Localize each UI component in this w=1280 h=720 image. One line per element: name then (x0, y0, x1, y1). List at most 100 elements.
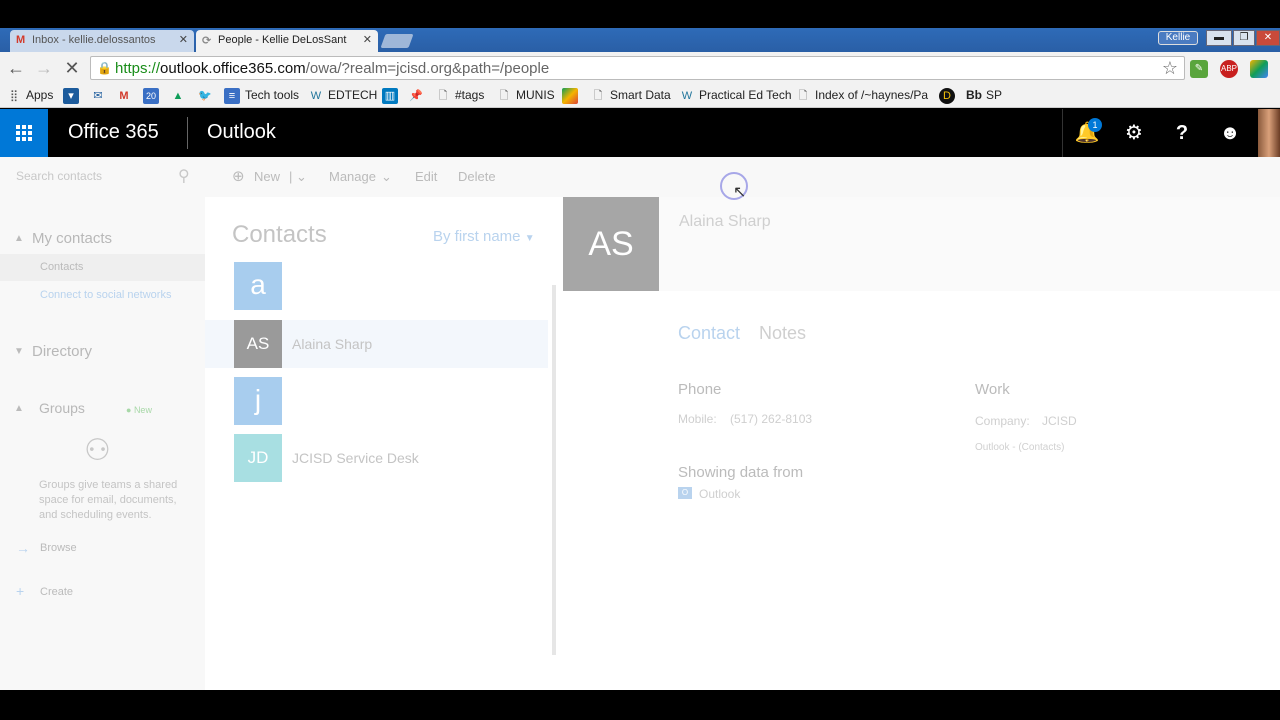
page-icon: 🗋 (438, 90, 448, 102)
office-suite-bar: Office 365 Outlook 🔔 1 ⚙ ? ☻ (0, 109, 1280, 157)
close-tab-icon[interactable]: ✕ (363, 33, 372, 46)
manage-button[interactable]: Manage (329, 169, 376, 184)
app-name-outlook[interactable]: Outlook (207, 121, 276, 144)
calendar-icon[interactable]: 20 (143, 88, 159, 104)
plus-icon: + (16, 583, 25, 599)
groups-new-label: New (133, 405, 152, 415)
outlook-icon: O (678, 487, 692, 499)
sort-label: By first name (433, 228, 521, 245)
phone-heading: Phone (678, 381, 722, 398)
letter-jump-a[interactable]: a (234, 262, 282, 310)
expand-caret-icon[interactable]: ▼ (14, 346, 24, 357)
blog-icon[interactable]: ▾ (63, 88, 79, 104)
contact-initials-tile: JD (234, 434, 282, 482)
browser-tab-strip: M Inbox - kellie.delossantos ✕ ⟳ People … (0, 28, 1280, 52)
bookmarks-bar: ⣿ Apps ▾ ✉ M 20 ▲ 🐦 ≡ Tech tools W EDTEC… (0, 84, 1280, 108)
bookmark-index-haynes[interactable]: Index of /~haynes/Pa (815, 88, 928, 102)
trello-icon[interactable]: ▥ (382, 88, 398, 104)
tab-inbox[interactable]: M Inbox - kellie.delossantos ✕ (10, 30, 194, 52)
url-text: https://outlook.office365.com/owa/?realm… (115, 60, 549, 77)
chevron-down-icon: ⌄ (381, 169, 392, 184)
google-drive-icon[interactable] (1250, 60, 1268, 78)
collapse-caret-icon[interactable]: ▲ (14, 403, 24, 414)
caret-down-icon: ▼ (524, 233, 535, 244)
contact-name[interactable]: Alaina Sharp (292, 336, 372, 352)
restore-button[interactable]: ❐ (1233, 30, 1255, 46)
divider (187, 117, 188, 149)
detail-contact-name: Alaina Sharp (679, 213, 771, 230)
bookmark-sp[interactable]: SP (986, 88, 1002, 102)
delete-button[interactable]: Delete (458, 169, 496, 184)
bookmark-smart-data[interactable]: Smart Data (610, 88, 671, 102)
contact-name[interactable]: JCISD Service Desk (292, 450, 419, 466)
adblock-icon[interactable]: ABP (1220, 60, 1238, 78)
new-tab-button[interactable] (380, 34, 414, 48)
create-group-link[interactable]: Create (40, 586, 73, 598)
bookmark-star-icon[interactable]: ☆ (1162, 58, 1178, 79)
profile-button[interactable]: Kellie (1158, 31, 1198, 45)
search-input[interactable]: Search contacts (16, 169, 102, 183)
blackboard-icon: Bb (966, 88, 982, 102)
nav-contacts-label: Contacts (40, 261, 84, 273)
drive-icon[interactable]: ▲ (170, 88, 186, 104)
left-navigation: ▲ My contacts Contacts Connect to social… (0, 197, 205, 690)
work-heading: Work (975, 381, 1010, 398)
work-source: Outlook - (Contacts) (975, 442, 1065, 453)
nav-groups[interactable]: Groups (39, 400, 85, 416)
nav-my-contacts[interactable]: My contacts (32, 230, 112, 247)
apps-icon: ⣿ (9, 90, 19, 102)
address-bar[interactable]: 🔒 https://outlook.office365.com/owa/?rea… (90, 56, 1185, 80)
tab-notes[interactable]: Notes (759, 323, 806, 344)
evernote-icon[interactable]: ✎ (1190, 60, 1208, 78)
maps-icon[interactable] (562, 88, 578, 104)
help-icon[interactable]: ? (1158, 109, 1206, 157)
gmail-icon[interactable]: M (116, 88, 132, 104)
bookmark-edtech[interactable]: EDTECH (328, 88, 377, 102)
page-icon: 🗋 (499, 90, 509, 102)
back-button[interactable]: ← (6, 58, 26, 78)
bookmark-tags[interactable]: #tags (455, 88, 484, 102)
groups-new-badge: ● New (126, 405, 152, 415)
app-launcher-waffle-icon[interactable] (0, 109, 48, 157)
letter-jump-j[interactable]: j (234, 377, 282, 425)
stop-button[interactable]: ✕ (62, 58, 82, 78)
d-icon[interactable]: D (939, 88, 955, 104)
minimize-button[interactable]: ▬ (1206, 30, 1232, 46)
tab-contact[interactable]: Contact (678, 323, 740, 344)
search-icon[interactable]: ⚲ (178, 166, 190, 186)
forward-button[interactable]: → (34, 58, 54, 78)
mail-icon[interactable]: ✉ (90, 88, 106, 104)
collapse-caret-icon[interactable]: ▲ (14, 233, 24, 244)
new-button[interactable]: New (254, 169, 280, 184)
new-dropdown-chevron-icon[interactable]: | ⌄ (289, 169, 307, 185)
loading-icon: ⟳ (202, 35, 212, 47)
sort-dropdown[interactable]: By first name ▼ (433, 228, 535, 245)
settings-gear-icon[interactable]: ⚙ (1110, 109, 1158, 157)
docs-icon: ≡ (224, 88, 240, 104)
list-scrollbar[interactable] (552, 285, 556, 655)
mobile-value[interactable]: (517) 262-8103 (730, 412, 812, 426)
nav-directory[interactable]: Directory (32, 343, 92, 360)
bookmark-apps[interactable]: Apps (26, 88, 53, 102)
office-365-brand[interactable]: Office 365 (68, 121, 159, 144)
company-label: Company: (975, 414, 1030, 428)
avatar[interactable] (1258, 109, 1280, 157)
notifications-bell-icon[interactable]: 🔔 (1063, 109, 1111, 157)
feedback-smiley-icon[interactable]: ☻ (1206, 109, 1254, 157)
page-icon: 🗋 (798, 90, 808, 102)
twitter-icon[interactable]: 🐦 (197, 88, 213, 104)
arrow-right-icon: → (16, 540, 30, 556)
tab-label: People - Kellie DeLosSant (218, 34, 347, 46)
close-tab-icon[interactable]: ✕ (179, 33, 188, 46)
wordpress-icon: W (681, 90, 693, 102)
browse-groups-link[interactable]: Browse (40, 542, 77, 554)
edit-button[interactable]: Edit (415, 169, 437, 184)
pin-icon[interactable]: 📌 (408, 88, 424, 104)
connect-social-link[interactable]: Connect to social networks (40, 289, 171, 301)
bookmark-tech-tools[interactable]: Tech tools (245, 88, 299, 102)
bookmark-munis[interactable]: MUNIS (516, 88, 555, 102)
tab-people[interactable]: ⟳ People - Kellie DeLosSant ✕ (196, 30, 378, 52)
bookmark-practical-ed-tech[interactable]: Practical Ed Tech (699, 88, 792, 102)
nav-item-contacts[interactable]: Contacts (0, 254, 205, 281)
close-window-button[interactable]: ✕ (1256, 30, 1280, 46)
